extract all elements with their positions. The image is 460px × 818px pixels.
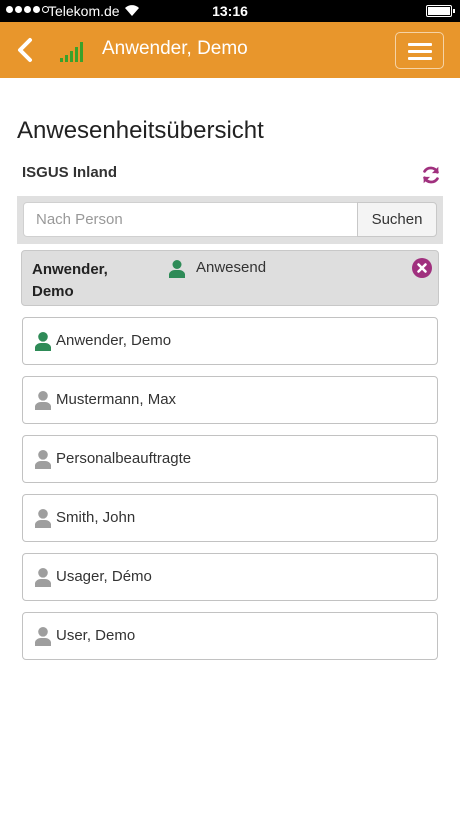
status-bar: Telekom.de 13:16 (0, 0, 460, 22)
user-icon (35, 509, 51, 528)
app-header: Anwender, Demo (0, 22, 460, 78)
user-icon (35, 627, 51, 646)
clock: 13:16 (212, 3, 248, 19)
person-list: Anwender, Demo Mustermann, Max Personalbea… (22, 317, 438, 671)
person-name: Usager, Démo (56, 568, 152, 585)
page-title: Anwesenheitsübersicht (17, 117, 264, 144)
list-item[interactable]: User, Demo (22, 612, 438, 660)
list-item[interactable]: Smith, John (22, 494, 438, 542)
refresh-icon[interactable] (420, 164, 442, 186)
selected-person-name: Anwender, Demo (32, 261, 108, 300)
section-header: ISGUS Inland (22, 164, 442, 186)
person-name: Anwender, Demo (56, 332, 172, 349)
signal-strength-icon (60, 42, 83, 62)
battery-icon (426, 5, 455, 17)
user-present-icon (169, 260, 185, 278)
person-name: Smith, John (56, 509, 136, 526)
user-icon (35, 568, 51, 587)
section-title: ISGUS Inland (22, 164, 118, 181)
search-input[interactable] (23, 202, 358, 237)
search-button[interactable]: Suchen (357, 202, 437, 237)
list-item[interactable]: Mustermann, Max (22, 376, 438, 424)
presence-status: Anwesend (196, 259, 267, 276)
user-icon (35, 391, 51, 410)
user-icon (35, 450, 51, 469)
person-name: User, Demo (56, 627, 136, 644)
user-present-icon (35, 332, 51, 351)
close-icon[interactable] (412, 258, 432, 278)
person-name: Personalbeauftragte (56, 450, 192, 467)
hamburger-menu-button[interactable] (395, 32, 444, 69)
header-title: Anwender, Demo (102, 38, 248, 59)
list-item[interactable]: Anwender, Demo (22, 317, 438, 365)
back-arrow-icon[interactable] (10, 34, 40, 66)
list-item[interactable]: Usager, Démo (22, 553, 438, 601)
search-bar: Suchen (17, 196, 443, 244)
selected-person-card: Anwender, Demo Anwesend (21, 250, 439, 306)
person-name: Mustermann, Max (56, 391, 177, 408)
list-item[interactable]: Personalbeauftragte (22, 435, 438, 483)
